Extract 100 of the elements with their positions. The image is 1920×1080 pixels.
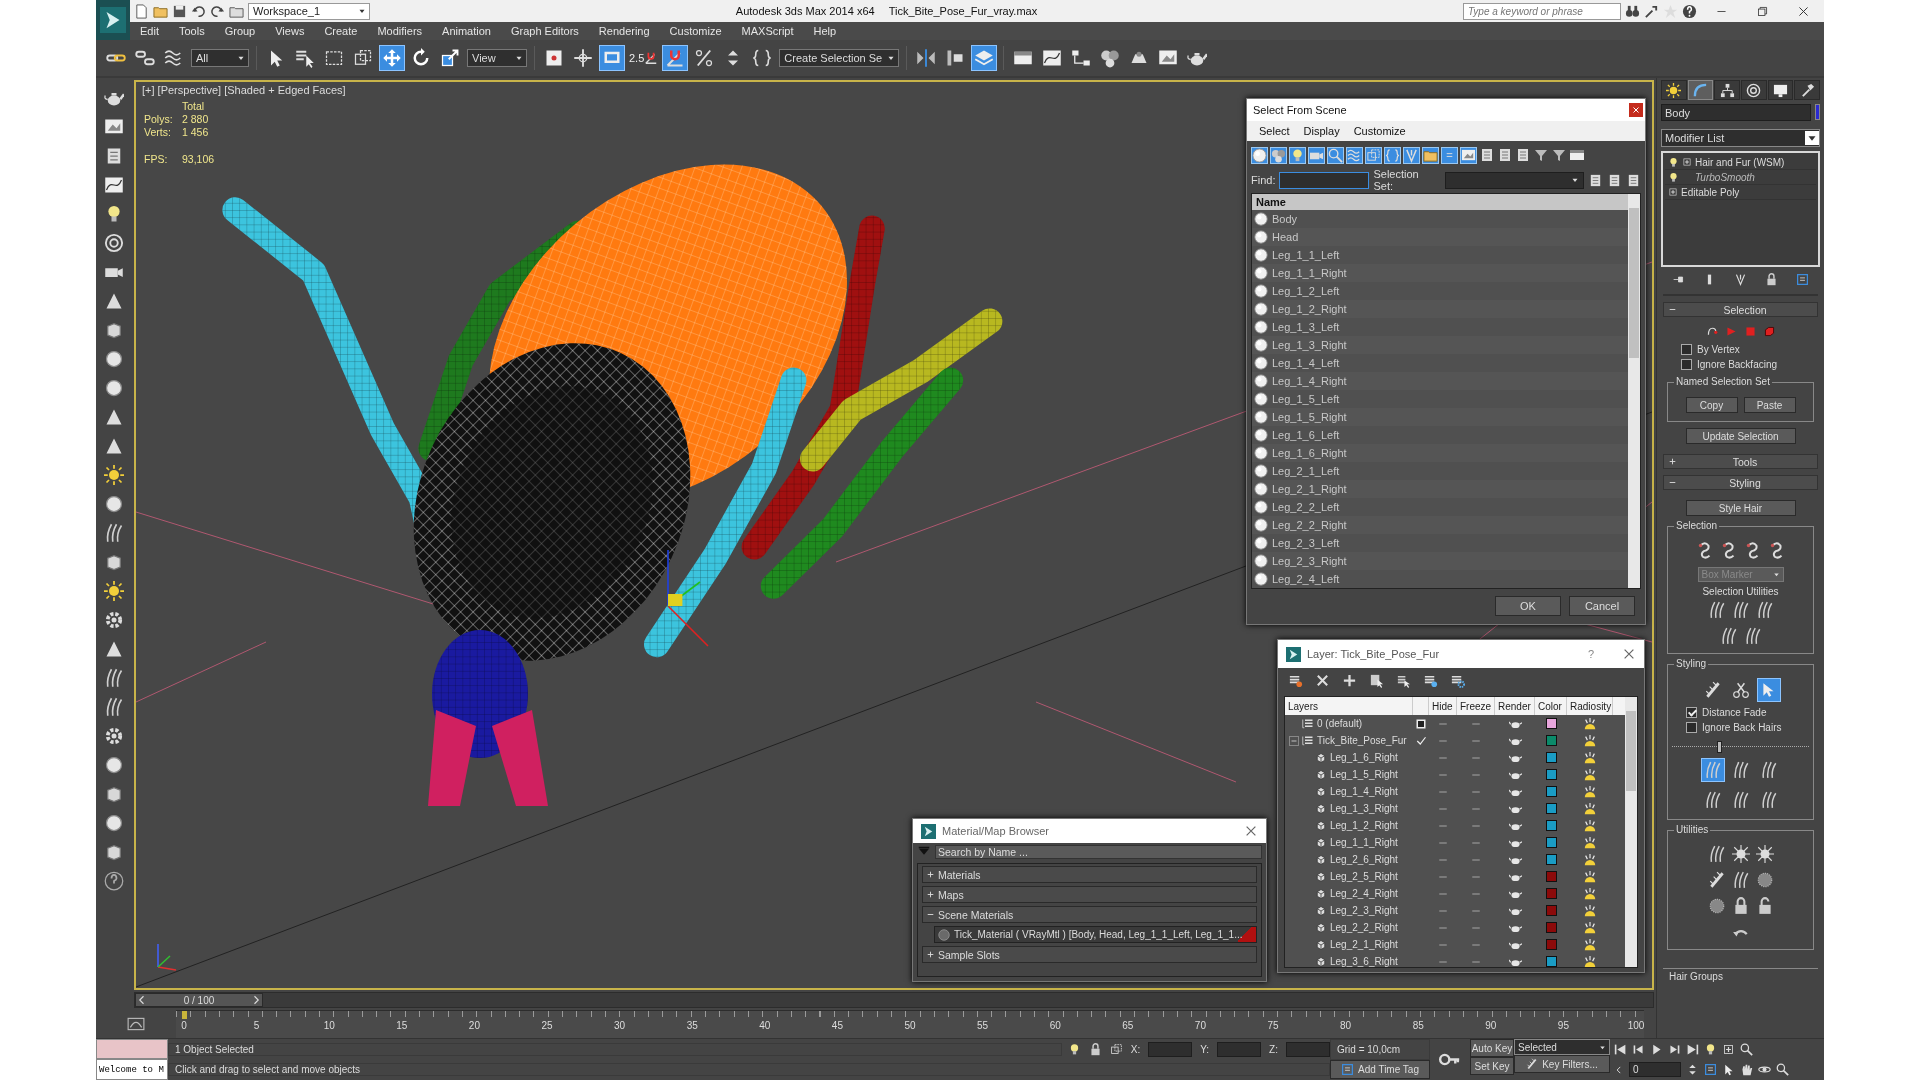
menu-item[interactable]: Animation: [432, 25, 501, 37]
modifier-list-dropdown[interactable]: Modifier List: [1661, 129, 1820, 147]
key-filters-button[interactable]: Key Filters...: [1514, 1055, 1610, 1073]
help-button[interactable]: ?: [1581, 647, 1600, 661]
menu-item[interactable]: MAXScript: [731, 25, 804, 37]
object-list-item[interactable]: Leg_1_5_Right: [1252, 408, 1628, 426]
object-list-item[interactable]: Leg_2_1_Left: [1252, 462, 1628, 480]
frame-field[interactable]: 0: [1629, 1062, 1681, 1078]
tick-label: 85: [1412, 1020, 1424, 1031]
menu-item[interactable]: Select: [1259, 125, 1290, 137]
selection-set-button[interactable]: Paste: [1743, 397, 1796, 413]
coordinate-label: Z:: [1269, 1043, 1278, 1055]
object-list-item[interactable]: Leg_2_3_Left: [1252, 534, 1628, 552]
selection-filter-dropdown[interactable]: All: [191, 49, 249, 67]
object-list-item[interactable]: Leg_2_2_Left: [1252, 498, 1628, 516]
material-item[interactable]: Tick_Material ( VRayMtl ) [Body, Head, Leg_1_1_Left, Leg_1_1...: [934, 926, 1257, 943]
search-field[interactable]: Search by Name ...: [935, 845, 1262, 859]
window-title: Autodesk 3ds Max 2014 x64: [735, 5, 875, 17]
menu-item[interactable]: Display: [1303, 125, 1340, 137]
column-header[interactable]: Name: [1252, 194, 1628, 210]
selection-set-label: Selection Set:: [1373, 168, 1420, 192]
object-list-item[interactable]: Leg_1_1_Left: [1252, 246, 1628, 264]
stat-label: Verts:: [144, 126, 172, 138]
tick-label: 50: [904, 1020, 916, 1031]
checkbox-label[interactable]: Ignore Back Hairs: [1686, 722, 1782, 733]
group-header[interactable]: Maps: [922, 886, 1257, 903]
selection-set-button[interactable]: Copy: [1685, 397, 1738, 413]
snap-toggle-button[interactable]: 2.5: [629, 51, 659, 65]
modifier-stack-item[interactable]: TurboSmooth: [1665, 170, 1816, 185]
add-time-tag-button[interactable]: Add Time Tag: [1330, 1060, 1430, 1079]
menu-item[interactable]: Group: [214, 25, 266, 37]
layer-name[interactable]: 0 (default): [1285, 717, 1363, 730]
object-list-item[interactable]: Head: [1252, 228, 1628, 246]
object-list-item[interactable]: Leg_1_5_Left: [1252, 390, 1628, 408]
object-list-item[interactable]: Leg_1_3_Left: [1252, 318, 1628, 336]
menu-item[interactable]: Create: [314, 25, 368, 37]
style-hair-button[interactable]: Style Hair: [1685, 500, 1796, 516]
update-selection-button[interactable]: Update Selection: [1685, 428, 1796, 444]
time-ruler[interactable]: 0 5 10 15 20 25 30 35 40 45 50 55 60 65 70 75 80 85 90 95 100: [176, 1010, 1644, 1038]
object-list-item[interactable]: Leg_1_2_Left: [1252, 282, 1628, 300]
object-list-item[interactable]: Leg_1_1_Right: [1252, 264, 1628, 282]
checkbox-label[interactable]: Ignore Backfacing: [1681, 359, 1778, 370]
object-name-field[interactable]: Body: [1661, 104, 1811, 121]
rollout-header[interactable]: Tools: [1663, 454, 1818, 469]
script-output-field[interactable]: Welcome to M: [96, 1059, 168, 1080]
dialog-button[interactable]: Cancel: [1569, 595, 1635, 616]
coordinate-system-dropdown[interactable]: View: [467, 49, 527, 67]
tick-label: 60: [1049, 1020, 1061, 1031]
tick-label: 95: [1557, 1020, 1569, 1031]
object-list-item[interactable]: Leg_2_4_Left: [1252, 570, 1628, 588]
menu-item[interactable]: Customize: [659, 25, 732, 37]
modifier-stack-item[interactable]: Editable Poly: [1665, 185, 1816, 200]
stat-value: 1 456: [182, 126, 210, 138]
menu-item[interactable]: Edit: [130, 25, 169, 37]
object-list-item[interactable]: Leg_1_4_Left: [1252, 354, 1628, 372]
modifier-stack[interactable]: Hair and Fur (WSM) TurboSmooth Editable Poly: [1661, 151, 1820, 267]
rollout-header[interactable]: Styling: [1663, 475, 1818, 490]
menu-item[interactable]: Help: [803, 25, 847, 37]
tick-label: 70: [1194, 1020, 1206, 1031]
object-list-item[interactable]: Leg_2_1_Right: [1252, 480, 1628, 498]
checkbox-label[interactable]: By Vertex: [1681, 344, 1740, 355]
time-slider-track[interactable]: 0 / 100: [134, 992, 1654, 1008]
group-title: Named Selection Set: [1674, 376, 1772, 387]
object-list-item[interactable]: Leg_1_2_Right: [1252, 300, 1628, 318]
tick-label: 75: [1267, 1020, 1279, 1031]
menu-item[interactable]: Tools: [168, 25, 215, 37]
search-field[interactable]: Type a keyword or phrase: [1463, 2, 1621, 20]
menu-item[interactable]: Customize: [1353, 125, 1406, 137]
tick-label: 15: [396, 1020, 408, 1031]
viewport-label[interactable]: [+] [Perspective] [Shaded + Edged Faces]: [142, 84, 346, 96]
group-title: Selection: [1674, 520, 1720, 531]
dialog-button[interactable]: OK: [1495, 595, 1561, 616]
object-list-item[interactable]: Leg_1_3_Right: [1252, 336, 1628, 354]
menu-item[interactable]: Graph Editors: [500, 25, 589, 37]
dialog-title: Material/Map Browser: [942, 825, 1049, 837]
tick-label: 35: [686, 1020, 698, 1031]
group-header[interactable]: Scene Materials: [922, 906, 1257, 923]
group-header[interactable]: Materials: [922, 866, 1257, 883]
object-list-item[interactable]: Leg_1_6_Right: [1252, 444, 1628, 462]
key-mode-dropdown[interactable]: Selected: [1514, 1039, 1610, 1055]
time-slider-thumb[interactable]: 0 / 100: [135, 993, 263, 1007]
object-list-item[interactable]: Body: [1252, 210, 1628, 228]
checkbox-label[interactable]: Distance Fade: [1686, 707, 1767, 718]
stat-label: FPS:: [144, 153, 169, 165]
named-selection-dropdown[interactable]: Create Selection Se: [779, 49, 900, 67]
rollout-header[interactable]: Selection: [1663, 302, 1818, 317]
auto-key-button[interactable]: Auto Key: [1470, 1039, 1514, 1057]
section-title: Hair Groups: [1663, 968, 1818, 984]
menu-item[interactable]: Rendering: [588, 25, 660, 37]
object-list-item[interactable]: Leg_2_3_Right: [1252, 552, 1628, 570]
modifier-stack-item[interactable]: Hair and Fur (WSM): [1665, 155, 1816, 170]
coordinate-label: Y:: [1200, 1043, 1210, 1055]
workspace-dropdown[interactable]: Workspace_1: [248, 2, 370, 20]
menu-item[interactable]: Views: [265, 25, 315, 37]
menu-item[interactable]: Modifiers: [367, 25, 433, 37]
object-list-item[interactable]: Leg_1_6_Left: [1252, 426, 1628, 444]
object-list-item[interactable]: Leg_2_2_Right: [1252, 516, 1628, 534]
set-key-button[interactable]: Set Key: [1470, 1057, 1514, 1075]
group-header[interactable]: Sample Slots: [922, 946, 1257, 963]
object-list-item[interactable]: Leg_1_4_Right: [1252, 372, 1628, 390]
